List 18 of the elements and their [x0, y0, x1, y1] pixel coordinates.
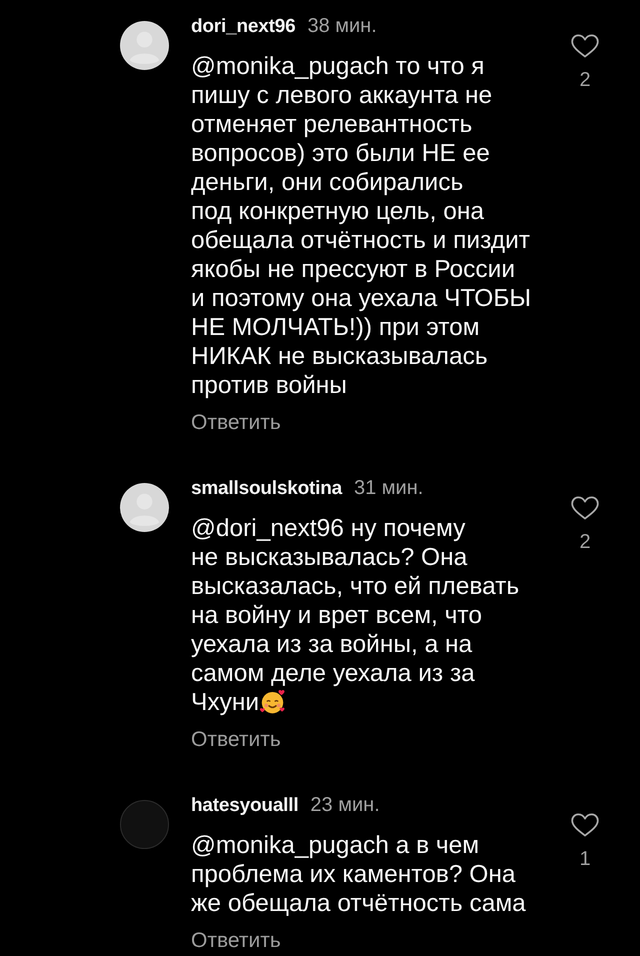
like-count: 2 [579, 531, 591, 553]
reply-link[interactable]: Ответить [191, 728, 281, 752]
reply-link[interactable]: Ответить [191, 411, 281, 435]
comment-time: 38 мин. [307, 15, 377, 37]
comment-time: 23 мин. [310, 794, 380, 816]
username[interactable]: hatesyoualll [191, 795, 298, 817]
comment-time: 31 мин. [354, 477, 424, 499]
like-count: 1 [579, 848, 591, 870]
like-heart-icon[interactable] [571, 496, 599, 520]
username[interactable]: dori_next96 [191, 16, 296, 38]
username[interactable]: smallsoulskotina [191, 478, 342, 500]
comment-text: @monika_pugach а в чем проблема их каментов? Она же обещала отчётность сама [191, 832, 526, 917]
comment-text: @dori_next96 ну почему не высказывалась? Она высказалась, что ей плевать на войну и врет всем, что уехала из за войны, а на самом деле уехала из за Чхуни [191, 515, 520, 716]
reply-link[interactable]: Ответить [191, 929, 281, 953]
comment-text: @monika_pugach то что я пишу с левого аккаунта не отменяет релевантность вопросов) это были НЕ ее деньги, они собирались под конкретную цель, она обещала отчётность и пиздит якобы не прессуют в России и поэтому она уехала ЧТОБЫ НЕ МОЛЧАТЬ!)) при этом НИКАК не высказывалась против войны [191, 53, 532, 399]
like-heart-icon[interactable] [571, 813, 599, 837]
like-count: 2 [579, 69, 591, 91]
like-heart-icon[interactable] [571, 34, 599, 58]
